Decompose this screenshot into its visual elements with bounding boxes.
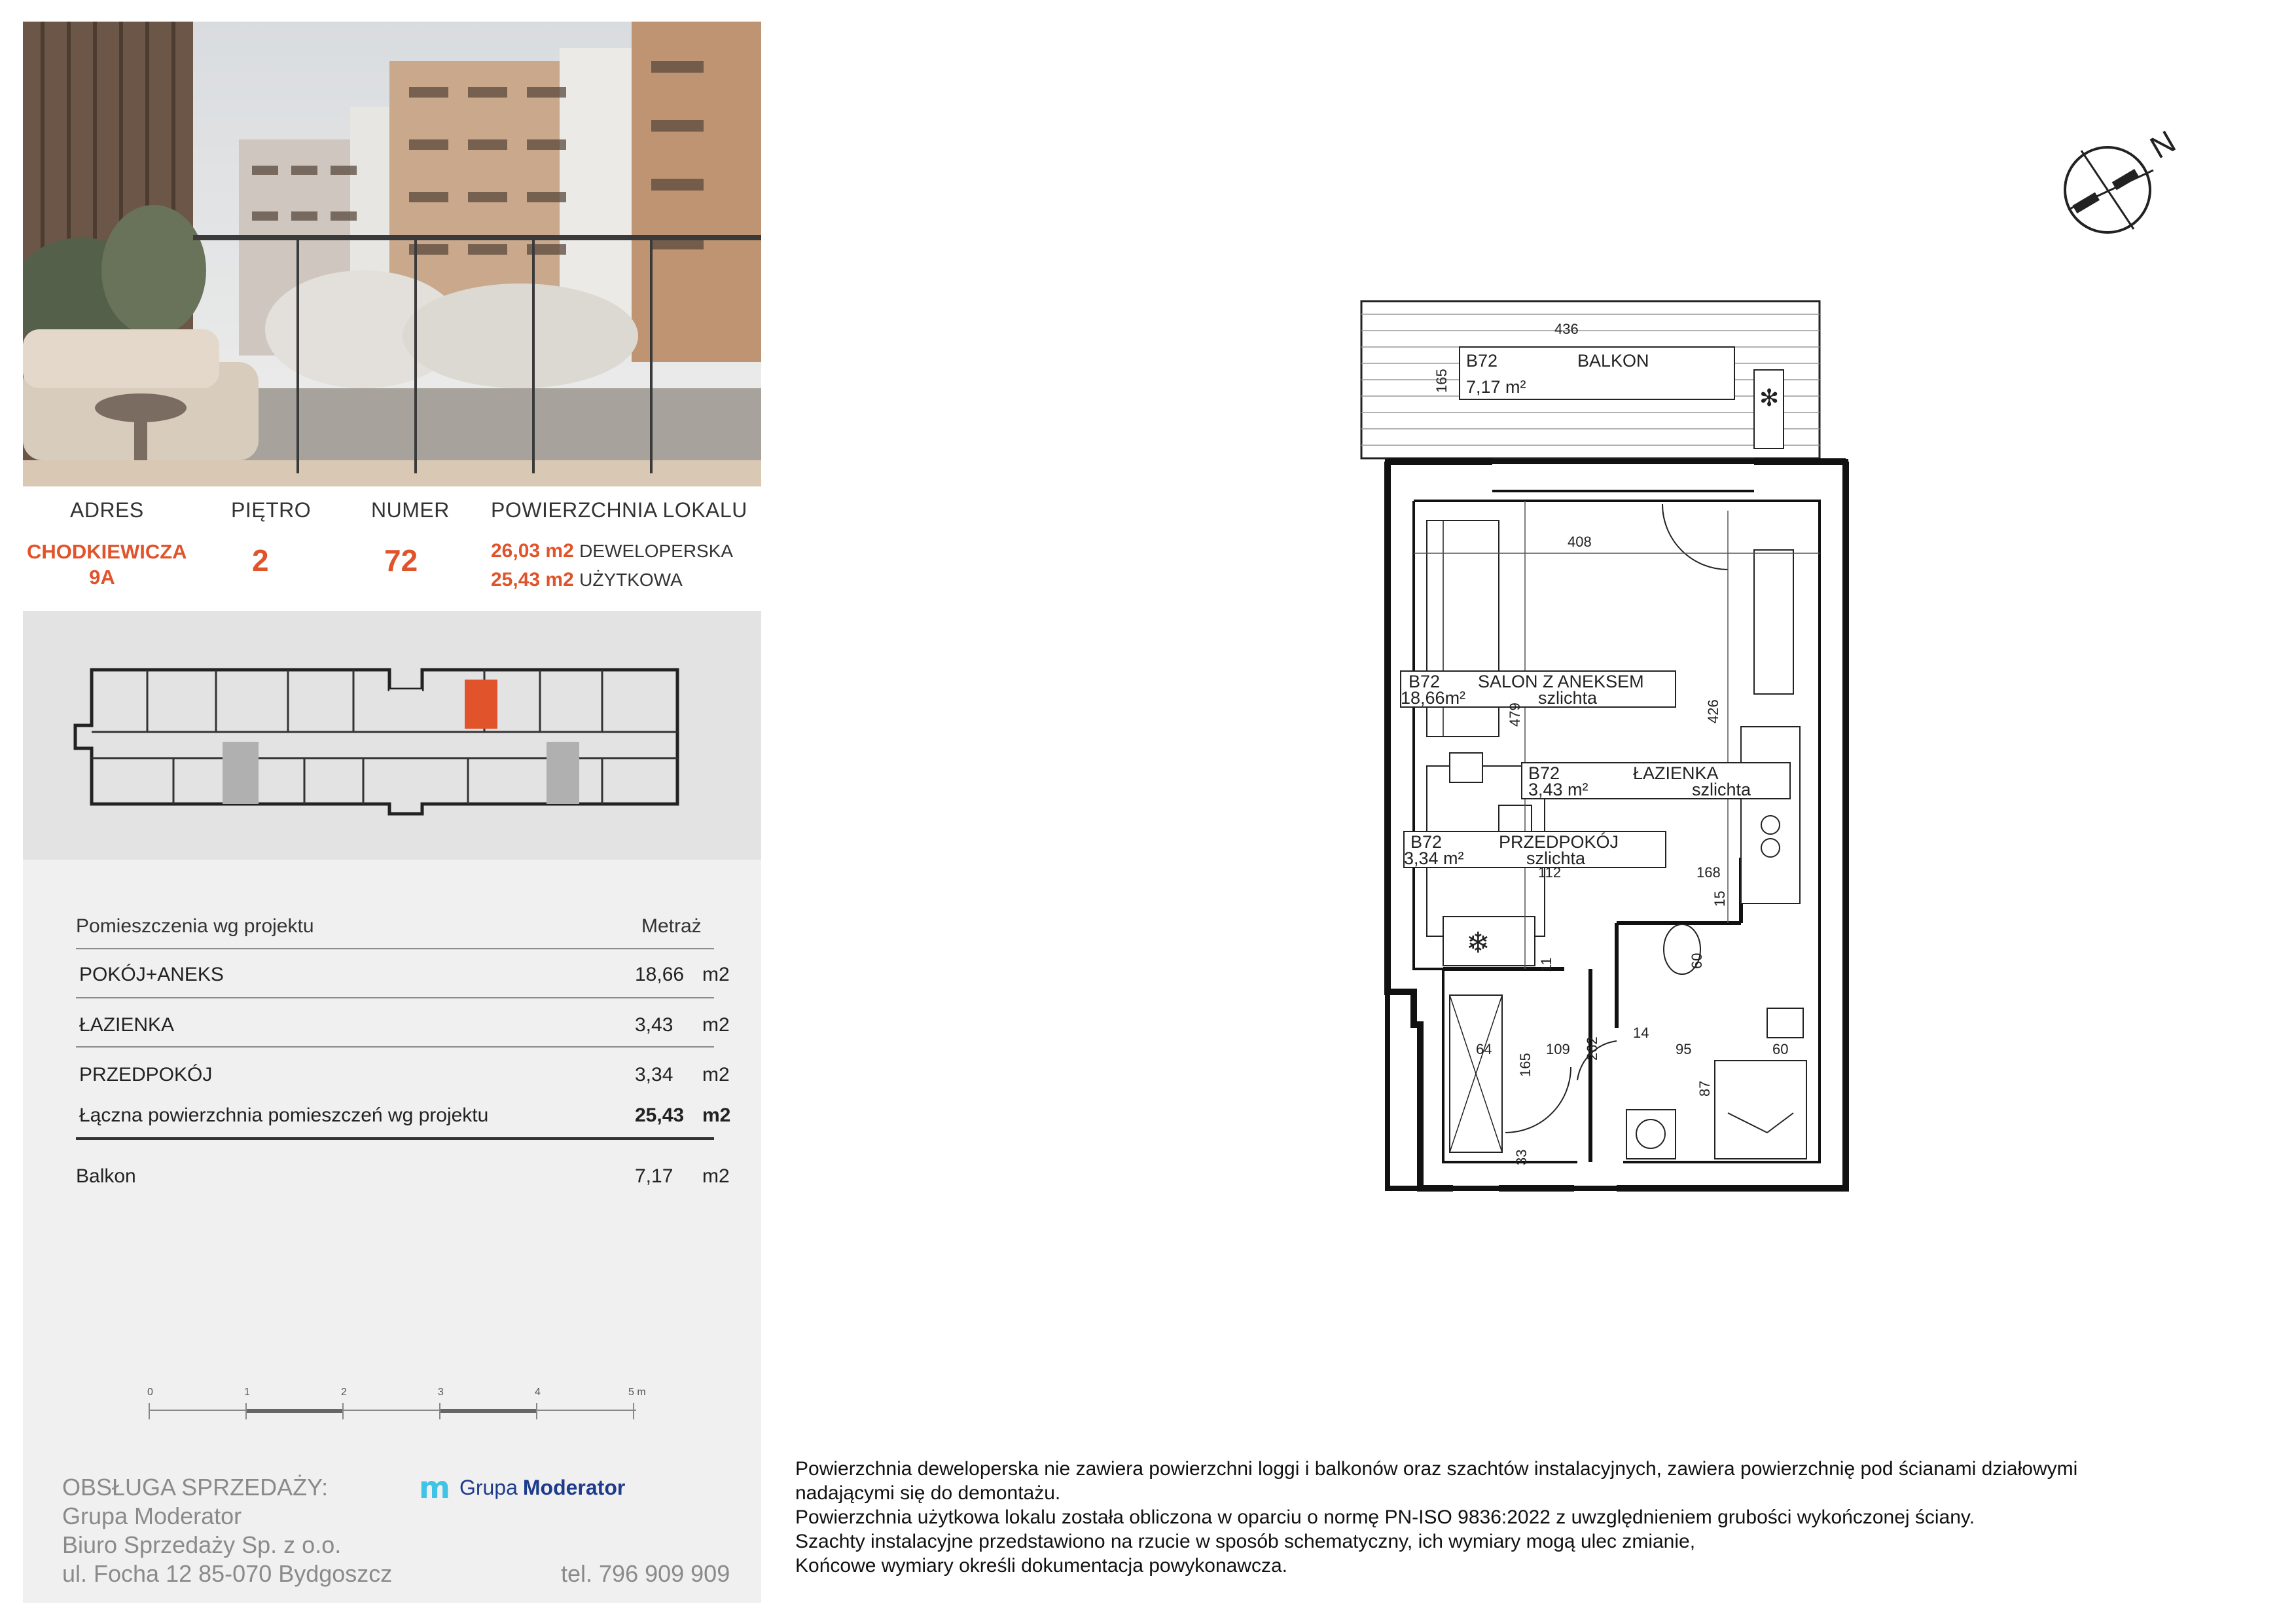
north-label: N [2145, 124, 2182, 166]
dim-109: 109 [1546, 1041, 1570, 1057]
dev-area-label: DEWELOPERSKA [579, 541, 734, 561]
sales-phone: tel. 796 909 909 [561, 1560, 730, 1587]
number-label: NUMER [371, 498, 450, 522]
note-line: Końcowe wymiary określi dokumentacja pow… [795, 1555, 1287, 1577]
room-unit-1: m2 [702, 964, 730, 985]
dim-165: 165 [1517, 1053, 1534, 1077]
room-name-3: PRZEDPOKÓJ [79, 1064, 213, 1085]
sales-office: Biuro Sprzedaży Sp. z o.o. [62, 1531, 342, 1558]
scale-tick-label: 4 [535, 1387, 541, 1398]
balcony-area: B72 BALKON 7,17 m² 436 165 ✻ [1360, 300, 1821, 460]
dim-14: 14 [1633, 1025, 1649, 1041]
bath-area: 3,43 m² [1528, 780, 1588, 799]
room-value-2: 3,43 [635, 1014, 673, 1036]
scale-tick-label: 2 [341, 1387, 347, 1398]
dim-33: 33 [1513, 1150, 1530, 1165]
balcony-area: 7,17 m² [1466, 377, 1526, 397]
dim-168: 168 [1696, 864, 1721, 881]
scale-ruler [149, 1403, 636, 1419]
bath-finish: szlichta [1692, 780, 1751, 799]
dim-balcony-width: 436 [1554, 321, 1579, 337]
scale-tick-label: 5 m [628, 1387, 646, 1398]
total-divider [76, 1137, 714, 1140]
dev-area: 26,03 m2 DEWELOPERSKA [491, 540, 733, 562]
dim-112: 112 [1538, 864, 1561, 881]
sales-contact: OBSŁUGA SPRZEDAŻY: Grupa Moderator Biuro… [62, 1470, 756, 1588]
dim-60-shower: 60 [1772, 1041, 1788, 1057]
balcony-value: 7,17 [635, 1165, 673, 1187]
dim-salon-depth: 479 [1507, 702, 1523, 727]
ac-unit-icon: ✻ [1759, 385, 1779, 412]
divider [76, 1046, 714, 1048]
logo-mark: m [419, 1470, 450, 1505]
usable-area: 25,43 m2 UŻYTKOWA [491, 569, 683, 591]
address-label: ADRES [70, 498, 144, 522]
room-value-3: 3,34 [635, 1064, 673, 1085]
dim-60-bath: 60 [1689, 953, 1705, 969]
scale-bar: 0 1 2 3 4 5 m [147, 1387, 697, 1426]
hall-area: 3,34 m² [1404, 848, 1464, 868]
total-unit: m2 [702, 1104, 731, 1126]
note-line: nadającymi się do demontażu. [795, 1482, 1061, 1504]
total-value: 25,43 [635, 1104, 685, 1126]
room-unit-2: m2 [702, 1014, 730, 1036]
room-name-2: ŁAZIENKA [79, 1014, 175, 1036]
dim-15: 15 [1712, 891, 1728, 907]
logo-text-2: Moderator [522, 1475, 626, 1499]
salon-area: 18,66m² [1401, 688, 1465, 708]
grupa-moderator-logo: m Grupa Moderator [419, 1468, 700, 1507]
north-compass: N [2064, 124, 2182, 234]
address-number: 9A [89, 566, 115, 589]
room-unit-3: m2 [702, 1064, 730, 1085]
rooms-header-area: Metraż [641, 915, 702, 937]
balcony-room-name: BALKON [1577, 351, 1649, 371]
divider [76, 948, 714, 949]
dev-area-value: 26,03 m2 [491, 540, 574, 562]
dim-balcony-depth: 165 [1433, 369, 1450, 393]
balcony-code: B72 [1466, 351, 1498, 371]
area-label: POWIERZCHNIA LOKALU [491, 498, 747, 522]
usable-area-value: 25,43 m2 [491, 569, 574, 591]
scale-tick-label: 0 [147, 1387, 153, 1398]
salon-finish: szlichta [1538, 688, 1598, 708]
floor-label: PIĘTRO [231, 498, 312, 522]
fridge-icon: ❄ [1466, 926, 1490, 960]
floor-key-plan [73, 668, 679, 816]
building-render-photo [23, 22, 761, 486]
scale-tick-label: 3 [438, 1387, 444, 1398]
room-value-1: 18,66 [635, 964, 685, 985]
dim-87: 87 [1696, 1081, 1713, 1097]
legal-notes: Powierzchnia deweloperska nie zawiera po… [795, 1457, 2235, 1578]
balcony-name: Balkon [76, 1165, 136, 1187]
dim-262: 262 [1584, 1036, 1600, 1061]
floor-value: 2 [252, 543, 269, 577]
address-street: CHODKIEWICZA [27, 540, 187, 563]
rooms-header-name: Pomieszczenia wg projektu [76, 915, 314, 937]
dim-64: 64 [1476, 1041, 1492, 1057]
scale-tick-label: 1 [244, 1387, 250, 1398]
highlighted-apartment [465, 680, 497, 729]
note-line: Szachty instalacyjne przedstawiono na rz… [795, 1531, 1696, 1552]
dim-11: 11 [1538, 957, 1554, 972]
dim-95: 95 [1676, 1041, 1691, 1057]
note-line: Powierzchnia użytkowa lokalu została obl… [795, 1506, 1975, 1528]
apartment-info-strip: ADRES PIĘTRO NUMER POWIERZCHNIA LOKALU C… [23, 486, 761, 611]
logo-text-1: Grupa [459, 1475, 518, 1499]
room-name-1: POKÓJ+ANEKS [79, 964, 224, 985]
total-name: Łączna powierzchnia pomieszczeń wg proje… [79, 1104, 489, 1126]
usable-area-label: UŻYTKOWA [579, 570, 683, 590]
apartment-number: 72 [384, 543, 418, 577]
balcony-unit: m2 [702, 1165, 730, 1187]
dim-kitchen-depth: 426 [1705, 699, 1721, 723]
floor-key-plan-panel [23, 611, 761, 860]
note-line: Powierzchnia deweloperska nie zawiera po… [795, 1458, 2078, 1480]
dim-room-width: 408 [1568, 534, 1592, 550]
apartment-floor-plan: B72 BALKON 7,17 m² 436 165 ✻ ❄ B72 SALON… [1360, 300, 1849, 1192]
divider [76, 997, 714, 998]
